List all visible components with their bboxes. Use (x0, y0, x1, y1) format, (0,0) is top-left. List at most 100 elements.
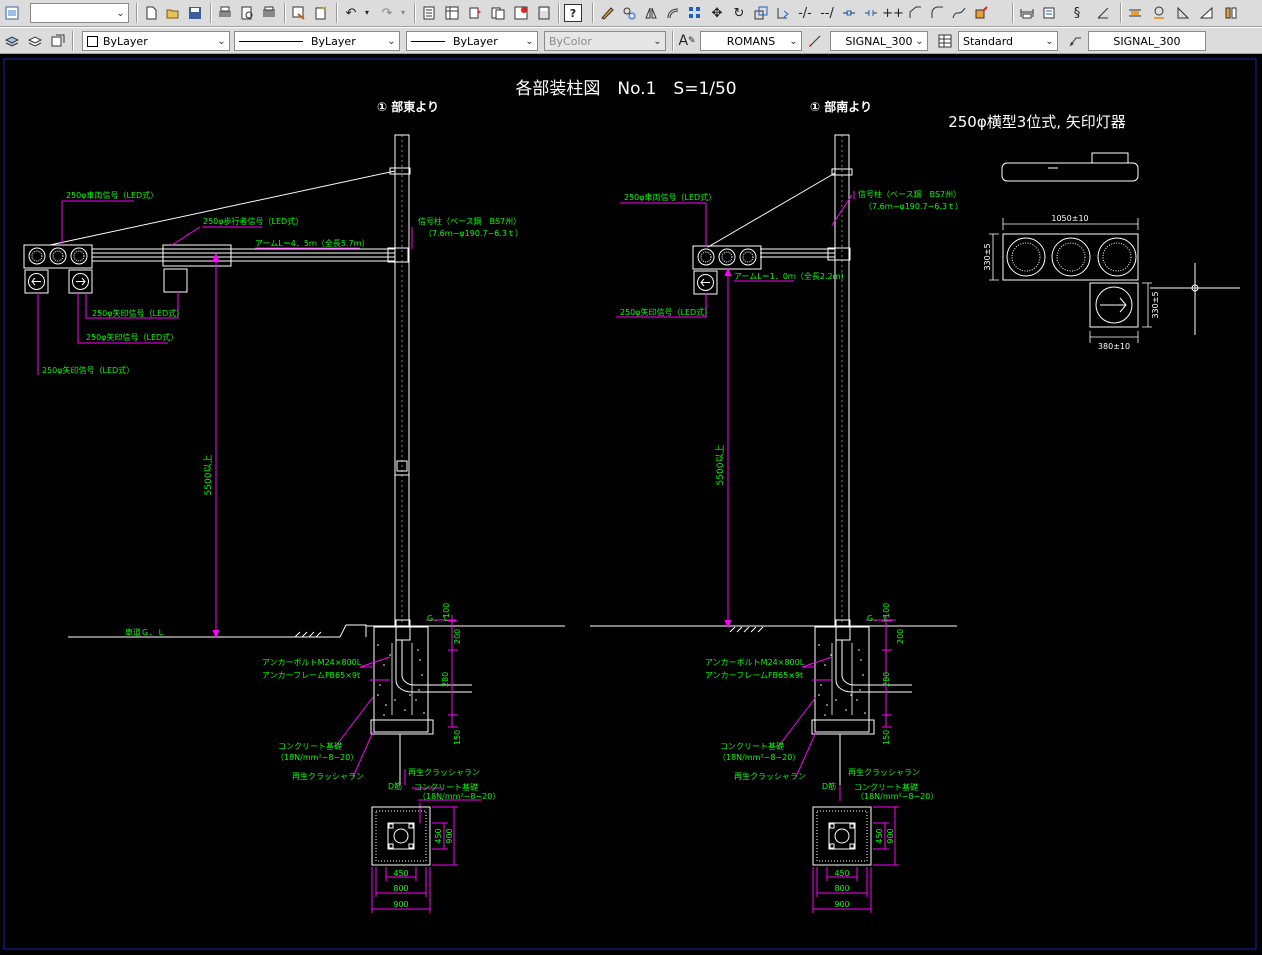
label-crusher-run-2: 再生クラッシャラン (848, 767, 920, 777)
label-height-dim: 5500以上 (203, 455, 214, 496)
text-style-icon[interactable]: A ✎ (678, 32, 696, 50)
chamfer-icon[interactable] (906, 4, 924, 22)
chevron-down-icon[interactable]: ⌄ (214, 32, 229, 50)
publish-icon[interactable] (260, 4, 278, 22)
layer-combo[interactable]: ByLayer ⌄ (82, 31, 230, 51)
plan-side-dim-1: 900 (886, 828, 895, 843)
text-style-value: ROMANS (726, 34, 776, 48)
chevron-down-icon[interactable]: ⌄ (786, 32, 801, 50)
offset-icon[interactable] (664, 4, 682, 22)
blend-icon[interactable] (950, 4, 968, 22)
text-style-combo[interactable]: ROMANS ⌄ (700, 31, 802, 51)
dim-angular-icon[interactable] (1198, 4, 1216, 22)
table-style-icon[interactable] (936, 32, 954, 50)
chevron-down-icon[interactable]: ⌄ (384, 32, 399, 50)
chevron-down-icon[interactable]: ⌄ (912, 32, 927, 50)
sheet-set-icon[interactable] (489, 4, 507, 22)
dim-continue-icon[interactable] (1222, 4, 1240, 22)
label-anchor-frame: アンカーフレームFB65×9t (705, 671, 803, 680)
break-icon[interactable] (862, 4, 880, 22)
dim-aligned-icon[interactable] (1040, 4, 1058, 22)
markup-icon[interactable] (512, 4, 530, 22)
calculator-icon[interactable] (535, 4, 553, 22)
open-file-icon[interactable] (164, 4, 182, 22)
array-icon[interactable] (686, 4, 704, 22)
chevron-down-icon[interactable]: ⌄ (113, 4, 128, 22)
dim-arc-icon[interactable]: § (1068, 4, 1086, 22)
multileader-style-combo[interactable]: SIGNAL_300 (1088, 31, 1206, 51)
drawing-canvas[interactable]: 各部装柱図 No.1 S=1/50 ① 部東より ① 部南より 250φ横型3位… (0, 55, 1262, 952)
chevron-down-icon[interactable]: ⌄ (522, 32, 537, 50)
label-concrete-2: コンクリート基礎 (414, 782, 478, 792)
stretch-icon[interactable] (774, 4, 792, 22)
dim-style-combo[interactable]: SIGNAL_300 ⌄ (830, 31, 928, 51)
undo-icon[interactable]: ↶ (342, 4, 360, 22)
move-icon[interactable]: ✥ (708, 4, 726, 22)
join-icon[interactable]: ++ (882, 4, 904, 22)
layer-state-icon[interactable] (26, 32, 44, 50)
rotate-icon[interactable]: ↻ (730, 4, 748, 22)
paste-special-icon[interactable] (312, 4, 330, 22)
dim-jogged-icon[interactable] (1150, 4, 1168, 22)
dim-ordinate-icon[interactable] (1094, 4, 1112, 22)
label-concrete-2: コンクリート基礎 (854, 782, 918, 792)
explode-icon[interactable] (972, 4, 990, 22)
signal-lamp (28, 247, 46, 265)
layer-previous-icon[interactable] (49, 32, 67, 50)
workspace-search-combo[interactable]: ⌄ (30, 3, 129, 23)
properties-icon[interactable] (420, 4, 438, 22)
right-foundation-plan (812, 806, 872, 866)
properties-toolbar: ByLayer ⌄ ByLayer ⌄ ByLayer ⌄ ByColor ⌄ A ✎ R… (0, 27, 1262, 54)
label-crusher-run-2: 再生クラッシャラン (408, 767, 480, 777)
layer-color-swatch (87, 35, 98, 47)
signal-head-detail (1001, 152, 1240, 335)
print-preview-icon[interactable] (238, 4, 256, 22)
plan-side-dim-1: 900 (445, 828, 454, 843)
mirror-icon[interactable] (642, 4, 660, 22)
dim-linear-icon[interactable] (1018, 4, 1036, 22)
redo-icon[interactable]: ↷ (378, 4, 396, 22)
label-ground: 車道Ｇ．Ｌ (125, 627, 165, 637)
dim-v-1: 200 (453, 629, 462, 644)
stay-wire (707, 172, 836, 248)
trim-icon[interactable]: -/- (796, 4, 814, 22)
chevron-down-icon[interactable]: ⌄ (1042, 32, 1057, 50)
detail-width-dim: 1050±10 (1051, 214, 1088, 223)
new-file-icon[interactable] (142, 4, 160, 22)
label-d: D筋 (388, 781, 402, 791)
linetype-combo[interactable]: ByLayer ⌄ (234, 31, 400, 51)
redo-dropdown-icon[interactable]: ▾ (398, 4, 408, 22)
dim-v-3: 150 (882, 730, 891, 745)
match-properties-icon[interactable] (290, 4, 308, 22)
save-icon[interactable] (186, 4, 204, 22)
tool-palettes-icon[interactable] (466, 4, 484, 22)
undo-dropdown-icon[interactable]: ▾ (362, 4, 372, 22)
layer-properties-icon[interactable] (3, 32, 21, 50)
plot-style-combo: ByColor ⌄ (544, 31, 666, 51)
print-icon[interactable] (216, 4, 234, 22)
plan-dim-2: 900 (393, 900, 408, 909)
copy-object-icon[interactable] (620, 4, 638, 22)
signal-lamp (739, 248, 757, 266)
dim-radius-icon[interactable] (1126, 4, 1144, 22)
label-arm: アームL＝4．5ｍ（全長5.7ｍ） (255, 238, 370, 248)
linetype-value: ByLayer (311, 34, 356, 48)
left-leaders (37, 200, 482, 823)
label-concrete-spec-2: （18N/mm²−8−20） (418, 792, 500, 801)
label-d: D筋 (822, 781, 836, 791)
extend-icon[interactable]: --/ (818, 4, 836, 22)
scale-icon[interactable] (752, 4, 770, 22)
lineweight-combo[interactable]: ByLayer ⌄ (406, 31, 538, 51)
dim-diameter-icon[interactable] (1174, 4, 1192, 22)
design-center-icon[interactable] (443, 4, 461, 22)
dim-style-icon[interactable] (806, 32, 824, 50)
multileader-style-icon[interactable] (1066, 32, 1084, 50)
table-style-combo[interactable]: Standard ⌄ (958, 31, 1058, 51)
workspace-icon[interactable] (3, 4, 21, 22)
erase-icon[interactable] (598, 4, 616, 22)
fillet-icon[interactable] (928, 4, 946, 22)
right-leaders (616, 191, 896, 801)
label-arrow-2: 250φ矢印信号（LED式） (86, 332, 178, 342)
help-icon[interactable]: ? (564, 4, 582, 22)
break-at-point-icon[interactable] (840, 4, 858, 22)
